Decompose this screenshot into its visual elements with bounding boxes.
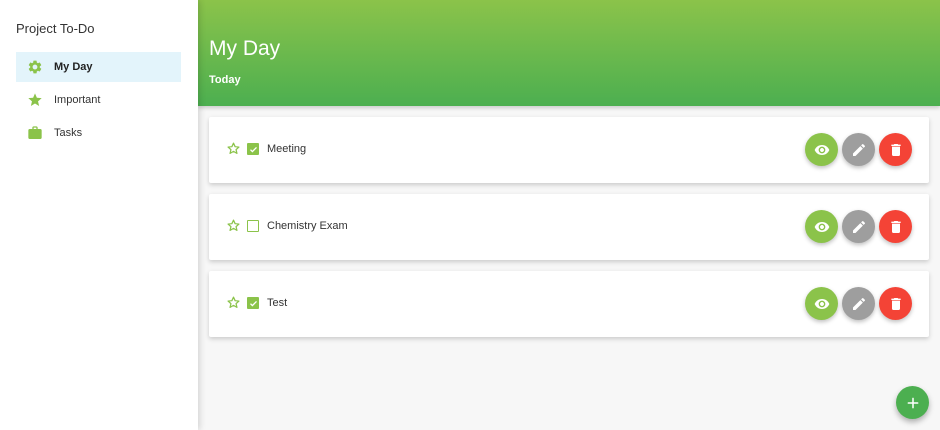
- star-icon: [16, 92, 54, 108]
- sidebar-item-label: Tasks: [54, 127, 83, 139]
- sidebar-item-label: My Day: [54, 61, 93, 73]
- task-card: Test: [209, 271, 929, 337]
- task-label: Meeting: [267, 143, 307, 155]
- star-outline-icon[interactable]: [226, 295, 241, 310]
- task-checkbox[interactable]: [247, 220, 259, 232]
- eye-icon: [814, 221, 829, 232]
- delete-button[interactable]: [879, 210, 912, 243]
- trash-icon: [890, 143, 901, 156]
- pencil-icon: [852, 297, 865, 310]
- page-title: My Day: [209, 37, 281, 60]
- task-label: Chemistry Exam: [267, 220, 348, 232]
- sidebar-item-label: Important: [54, 94, 101, 106]
- sidebar-item-tasks[interactable]: Tasks: [16, 118, 181, 148]
- trash-icon: [890, 220, 901, 233]
- app-root: Project To-Do My Day Important Tasks My …: [0, 0, 940, 430]
- eye-icon: [814, 144, 829, 155]
- star-outline-icon[interactable]: [226, 141, 241, 156]
- pencil-icon: [852, 143, 865, 156]
- edit-button[interactable]: [842, 133, 875, 166]
- gear-icon: [16, 59, 54, 75]
- sidebar: Project To-Do My Day Important Tasks: [0, 0, 198, 430]
- task-card: Meeting: [209, 117, 929, 183]
- delete-button[interactable]: [879, 133, 912, 166]
- add-task-button[interactable]: [896, 386, 929, 419]
- edit-button[interactable]: [842, 210, 875, 243]
- sidebar-item-my-day[interactable]: My Day: [16, 52, 181, 82]
- view-button[interactable]: [805, 210, 838, 243]
- star-outline-icon[interactable]: [226, 218, 241, 233]
- view-button[interactable]: [805, 133, 838, 166]
- briefcase-icon: [16, 125, 54, 141]
- task-label: Test: [267, 297, 288, 309]
- task-card: Chemistry Exam: [209, 194, 929, 260]
- app-title: Project To-Do: [16, 21, 95, 36]
- view-button[interactable]: [805, 287, 838, 320]
- task-checkbox[interactable]: [247, 297, 259, 309]
- delete-button[interactable]: [879, 287, 912, 320]
- page-header: My Day Today: [198, 0, 940, 106]
- task-checkbox[interactable]: [247, 143, 259, 155]
- trash-icon: [890, 297, 901, 310]
- sidebar-item-important[interactable]: Important: [16, 85, 181, 115]
- edit-button[interactable]: [842, 287, 875, 320]
- pencil-icon: [852, 220, 865, 233]
- plus-icon: [907, 397, 918, 408]
- eye-icon: [814, 298, 829, 309]
- page-subtitle: Today: [209, 74, 241, 86]
